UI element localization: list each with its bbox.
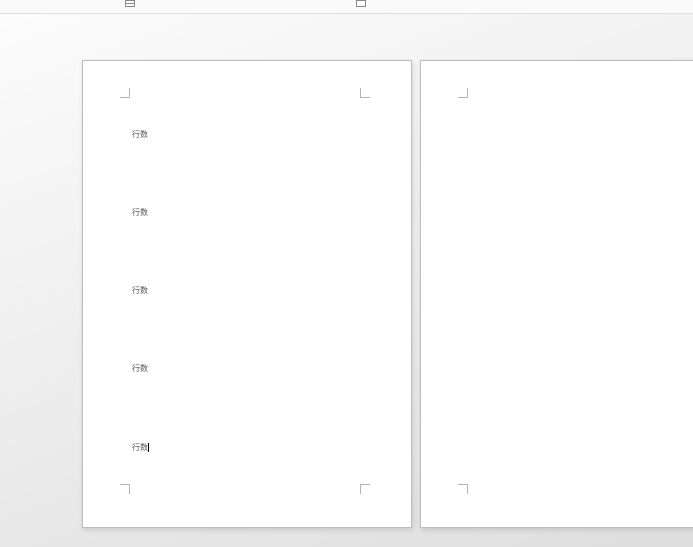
page-content[interactable]: 行数 行数 行数 行数 行数	[132, 131, 149, 452]
margin-mark-br	[360, 484, 370, 494]
margin-mark-bl	[120, 484, 130, 494]
text-line[interactable]: 行数	[132, 209, 149, 217]
toolbar	[0, 0, 693, 14]
text-cursor	[148, 443, 149, 452]
grid-icon[interactable]	[125, 0, 135, 7]
page-1[interactable]: 行数 行数 行数 行数 行数	[82, 60, 412, 528]
calendar-icon[interactable]	[356, 0, 366, 7]
text-span: 行数	[132, 443, 148, 452]
document-canvas[interactable]: 行数 行数 行数 行数 行数	[0, 14, 693, 547]
text-line[interactable]: 行数	[132, 131, 149, 139]
margin-mark-tr	[360, 88, 370, 98]
margin-mark-tl	[120, 88, 130, 98]
margin-mark-bl	[458, 484, 468, 494]
margin-mark-tl	[458, 88, 468, 98]
text-line[interactable]: 行数	[132, 287, 149, 295]
text-line[interactable]: 行数	[132, 365, 149, 373]
text-line[interactable]: 行数	[132, 443, 149, 452]
page-2[interactable]	[420, 60, 693, 528]
